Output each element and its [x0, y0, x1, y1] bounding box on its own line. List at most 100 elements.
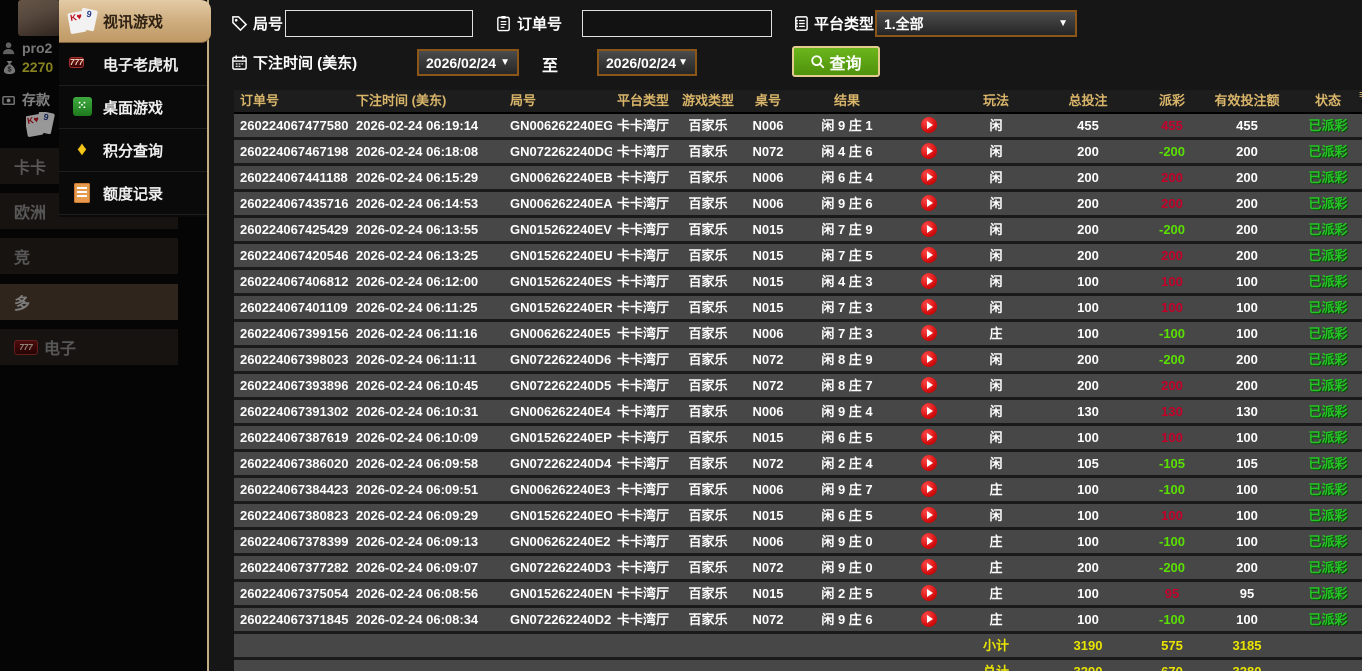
status-badge: 已派彩	[1308, 300, 1348, 315]
cell-order_no: 260224067406812	[240, 274, 349, 289]
play-video-icon[interactable]	[921, 143, 937, 159]
menu-item-电子老虎机[interactable]: 777 电子老虎机	[59, 43, 207, 86]
play-video-icon[interactable]	[921, 195, 937, 211]
cell-game_type: 百家乐	[688, 170, 728, 185]
subtotal-value: 小计	[982, 638, 1009, 653]
column-header: 桌号	[754, 93, 781, 108]
play-video-cell	[900, 452, 958, 475]
table-row: 260224067393896 2026-02-24 06:10:45 GN0722…	[234, 374, 1362, 400]
table-row: 260224067467198 2026-02-24 06:18:08 GN0722…	[234, 140, 1362, 166]
cell-payout: -200	[1158, 222, 1186, 237]
play-video-icon[interactable]	[921, 221, 937, 237]
cell-game_no: GN015262240ES	[510, 274, 612, 289]
table-header-row: 订单号 下注时间 (美东) 局号 平台类型 游戏类型 桌号 结果 玩法 总投注 派彩 有效投注额 状态…	[234, 90, 1362, 114]
cell-bet_time: 2026-02-24 06:11:16	[356, 326, 478, 341]
empty-cell	[234, 660, 352, 671]
play-video-icon[interactable]	[921, 481, 937, 497]
cell-game_no: GN006262240EB	[510, 170, 612, 185]
column-header: 总投注	[1068, 93, 1108, 108]
cell-total_bet: 200	[1077, 144, 1099, 159]
play-video-icon[interactable]	[921, 117, 937, 133]
cell-play: 庄	[989, 612, 1003, 627]
cell-result: 闲 7 庄 9	[821, 222, 873, 237]
play-video-icon[interactable]	[921, 403, 937, 419]
column-header	[900, 90, 958, 112]
cell-payout: -200	[1158, 560, 1186, 575]
play-video-cell	[900, 166, 958, 189]
lobby-nav-item[interactable]: 777 电子	[0, 329, 178, 365]
play-video-cell	[900, 478, 958, 501]
cell-payout: 455	[1161, 118, 1183, 133]
lobby-nav-item[interactable]: 多	[0, 284, 178, 320]
lobby-nav-item[interactable]: 竞	[0, 238, 178, 274]
menu-item-label: 桌面游戏	[103, 99, 164, 117]
play-video-icon[interactable]	[921, 429, 937, 445]
play-video-icon[interactable]	[921, 507, 937, 523]
cell-total_bet: 200	[1077, 352, 1099, 367]
cell-game_type: 百家乐	[688, 404, 728, 419]
table-row: 260224067371845 2026-02-24 06:08:34 GN0722…	[234, 608, 1362, 634]
cell-valid_bet: 105	[1236, 456, 1258, 471]
play-video-cell	[900, 244, 958, 267]
cell-result: 闲 7 庄 3	[821, 326, 873, 341]
cell-platform: 卡卡湾厅	[616, 456, 669, 471]
playing-cards-icon: 9 K♥	[67, 7, 99, 35]
status-badge: 已派彩	[1308, 404, 1348, 419]
cell-total_bet: 100	[1077, 482, 1099, 497]
play-video-icon[interactable]	[921, 169, 937, 185]
play-video-cell	[900, 530, 958, 553]
play-video-icon[interactable]	[921, 351, 937, 367]
empty-cell	[794, 634, 900, 657]
date-from-select[interactable]: 2026/02/24 ▼	[417, 49, 519, 76]
play-video-icon[interactable]	[921, 611, 937, 627]
play-video-icon[interactable]	[921, 273, 937, 289]
cell-game_no: GN072262240D5	[510, 378, 612, 393]
cell-valid_bet: 95	[1239, 586, 1255, 601]
cell-game_no: GN015262240EO	[510, 508, 612, 523]
menu-item-额度记录[interactable]: 额度记录	[59, 172, 207, 215]
play-video-icon[interactable]	[921, 455, 937, 471]
menu-item-积分查询[interactable]: ♦ 积分查询	[59, 129, 207, 172]
cell-bet_time: 2026-02-24 06:11:25	[356, 300, 478, 315]
cell-total_bet: 455	[1077, 118, 1099, 133]
tag-icon	[231, 15, 248, 32]
cell-bet_time: 2026-02-24 06:09:29	[356, 508, 479, 523]
cell-play: 闲	[989, 118, 1003, 133]
cell-valid_bet: 100	[1236, 508, 1258, 523]
cell-total_bet: 100	[1077, 274, 1099, 289]
order-no-input[interactable]	[582, 10, 772, 37]
search-button[interactable]: 查询	[792, 46, 880, 77]
table-row: 260224067399156 2026-02-24 06:11:16 GN0062…	[234, 322, 1362, 348]
play-video-icon[interactable]	[921, 377, 937, 393]
menu-item-桌面游戏[interactable]: ⁙ 桌面游戏	[59, 86, 207, 129]
menu-item-视讯游戏[interactable]: 9 K♥ 视讯游戏	[59, 0, 211, 43]
cell-play: 闲	[989, 430, 1003, 445]
deposit-label[interactable]: 存款	[22, 90, 50, 110]
play-video-icon[interactable]	[921, 247, 937, 263]
cell-payout: -100	[1158, 534, 1186, 549]
play-video-cell	[900, 504, 958, 527]
clipboard-icon	[495, 15, 512, 32]
cell-table_no: N072	[752, 612, 784, 627]
play-video-icon[interactable]	[921, 559, 937, 575]
platform-type-select[interactable]: 1.全部 ▼	[875, 10, 1077, 37]
cell-platform: 卡卡湾厅	[616, 404, 669, 419]
play-video-icon[interactable]	[921, 299, 937, 315]
cell-order_no: 260224067375054	[240, 586, 349, 601]
date-to-select[interactable]: 2026/02/24 ▼	[597, 49, 697, 76]
cell-total_bet: 200	[1077, 170, 1099, 185]
play-video-icon[interactable]	[921, 325, 937, 341]
records-panel: 局号 订单号 平台类型 1.全部 ▼ 下注时间 (美东) 2026/02/24 …	[207, 0, 1362, 671]
table-row: 260224067391302 2026-02-24 06:10:31 GN0062…	[234, 400, 1362, 426]
cell-table_no: N015	[752, 586, 784, 601]
play-video-icon[interactable]	[921, 585, 937, 601]
subtotal-value: 575	[1161, 638, 1183, 653]
play-video-icon[interactable]	[921, 533, 937, 549]
cell-game_type: 百家乐	[688, 248, 728, 263]
game-no-input[interactable]	[285, 10, 473, 37]
cell-table_no: N006	[752, 482, 784, 497]
status-badge: 已派彩	[1308, 560, 1348, 575]
cell-table_no: N006	[752, 170, 784, 185]
cell-result: 闲 9 庄 1	[821, 118, 873, 133]
cell-order_no: 260224067393896	[240, 378, 349, 393]
